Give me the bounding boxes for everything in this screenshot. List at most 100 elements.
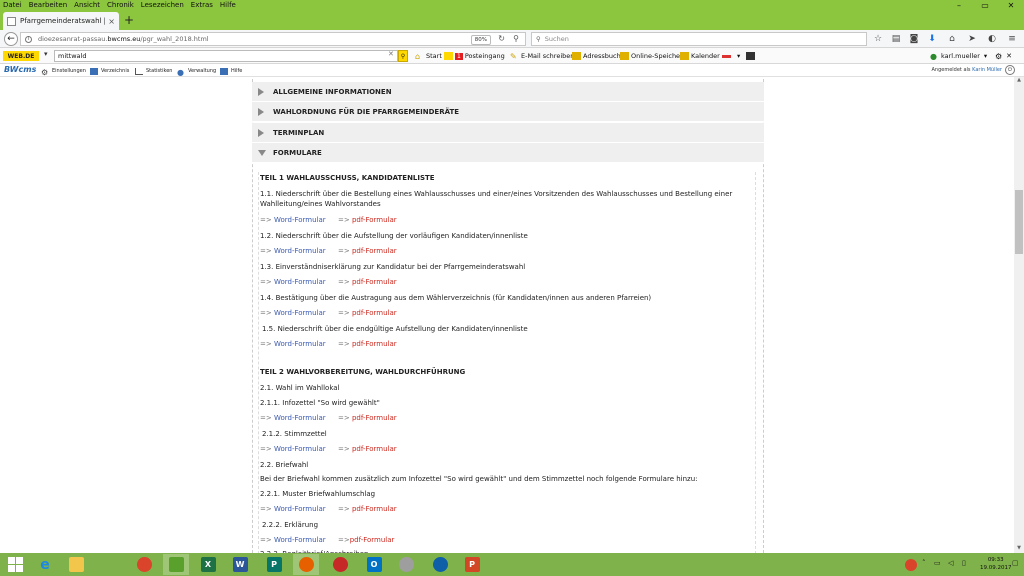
- webde-settings[interactable]: ⚙ ✕: [995, 50, 1012, 62]
- pdf-form-link[interactable]: => pdf-Formular: [338, 444, 397, 454]
- tray-expand-icon[interactable]: ˄: [922, 559, 926, 567]
- webde-extra-menu[interactable]: ▾: [722, 50, 757, 62]
- menu-lesezeichen[interactable]: Lesezeichen: [141, 0, 184, 10]
- close-icon[interactable]: ✕: [1006, 52, 1012, 60]
- zoom-level[interactable]: 80%: [470, 35, 491, 45]
- taskbar-explorer[interactable]: [63, 554, 89, 575]
- bwcms-verwaltung[interactable]: ● Verwaltung: [177, 66, 216, 77]
- pocket-icon[interactable]: ◙: [908, 33, 920, 45]
- bookmark-star-icon[interactable]: ☆: [872, 33, 884, 45]
- menu-ansicht[interactable]: Ansicht: [74, 0, 100, 10]
- taskbar-app-green[interactable]: [163, 554, 189, 575]
- chevron-down-icon[interactable]: ▾: [44, 50, 48, 58]
- pdf-form-link[interactable]: => pdf-Formular: [338, 277, 397, 287]
- bwcms-logo[interactable]: BWcms: [4, 65, 36, 74]
- bwcms-statistiken[interactable]: Statistiken: [135, 66, 172, 76]
- menu-icon[interactable]: ≡: [1006, 33, 1018, 45]
- network-icon[interactable]: ▭: [934, 559, 941, 567]
- bwcms-hilfe[interactable]: Hilfe: [220, 66, 242, 76]
- word-form-link[interactable]: => Word-Formular: [260, 308, 326, 318]
- download-icon[interactable]: ⬇: [926, 33, 938, 45]
- gear-icon: ⚙: [995, 51, 1003, 61]
- notifications-icon[interactable]: ▢: [1012, 559, 1019, 567]
- taskbar-publisher[interactable]: P: [261, 554, 287, 575]
- minimize-button[interactable]: –: [946, 0, 972, 10]
- logout-icon[interactable]: ⏻: [1005, 65, 1015, 75]
- taskbar-clock-app[interactable]: [327, 554, 353, 575]
- vertical-scrollbar[interactable]: [1014, 77, 1024, 553]
- accordion-allgemeine-informationen[interactable]: ALLGEMEINE INFORMATIONEN: [252, 82, 764, 102]
- reading-list-icon[interactable]: ▤: [890, 33, 902, 45]
- word-form-link[interactable]: => Word-Formular: [260, 535, 326, 545]
- menu-hilfe[interactable]: Hilfe: [220, 0, 236, 10]
- menu-datei[interactable]: Datei: [3, 0, 22, 10]
- webde-search-button[interactable]: ⚲: [398, 50, 408, 62]
- volume-icon[interactable]: ◁: [948, 559, 953, 567]
- webde-user[interactable]: ● karl.mueller ▾: [930, 50, 987, 62]
- logged-in-user[interactable]: Karin Müller: [972, 67, 1002, 73]
- word-form-link[interactable]: => Word-Formular: [260, 277, 326, 287]
- folder-icon: [68, 557, 84, 572]
- url-search-icon[interactable]: ⚲: [513, 34, 519, 43]
- word-form-link[interactable]: => Word-Formular: [260, 504, 326, 514]
- home-icon[interactable]: ⌂: [946, 33, 958, 45]
- tab-close-icon[interactable]: ×: [108, 17, 115, 26]
- scrollbar-thumb[interactable]: [1015, 190, 1023, 254]
- system-clock[interactable]: 09:33 19.09.2017: [980, 556, 1012, 572]
- word-form-link[interactable]: => Word-Formular: [260, 215, 326, 225]
- browser-tab[interactable]: Pfarrgemeinderatswahl | Diö ×: [3, 12, 119, 30]
- scroll-down-icon[interactable]: ▼: [1014, 545, 1024, 553]
- webde-logo[interactable]: WEB.DE: [3, 51, 39, 61]
- pdf-form-link[interactable]: => pdf-Formular: [338, 504, 397, 514]
- scroll-up-icon[interactable]: ▲: [1014, 77, 1024, 85]
- word-form-link[interactable]: => Word-Formular: [260, 413, 326, 423]
- accordion-terminplan[interactable]: TERMINPLAN: [252, 123, 764, 143]
- extension-icon[interactable]: ◐: [986, 33, 998, 45]
- taskbar-excel[interactable]: X: [195, 554, 221, 575]
- battery-icon[interactable]: ▯: [962, 559, 966, 567]
- accordion-wahlordnung[interactable]: WAHLORDNUNG FÜR DIE PFARRGEMEINDERÄTE: [252, 102, 764, 122]
- pdf-form-link[interactable]: => pdf-Formular: [338, 308, 397, 318]
- taskbar-powerpoint[interactable]: P: [459, 554, 485, 575]
- pdf-form-link[interactable]: => pdf-Formular: [338, 215, 397, 225]
- info-icon[interactable]: i: [25, 35, 32, 43]
- word-form-link[interactable]: => Word-Formular: [260, 444, 326, 454]
- bwcms-verzeichnis[interactable]: Verzeichnis: [90, 66, 129, 76]
- menu-bearbeiten[interactable]: Bearbeiten: [29, 0, 67, 10]
- taskbar-firefox[interactable]: [293, 554, 319, 575]
- clear-icon[interactable]: ✕: [388, 50, 394, 58]
- taskbar-outlook[interactable]: O: [361, 554, 387, 575]
- taskbar-app-gray[interactable]: [393, 554, 419, 575]
- accordion-formulare[interactable]: FORMULARE: [252, 143, 764, 163]
- menu-chronik[interactable]: Chronik: [107, 0, 134, 10]
- webde-adressbuch[interactable]: Adressbuch: [572, 50, 621, 62]
- menu-extras[interactable]: Extras: [191, 0, 213, 10]
- pdf-form-link[interactable]: => pdf-Formular: [338, 339, 397, 349]
- webde-posteingang[interactable]: 1 Posteingang: [444, 50, 505, 62]
- taskbar-app-red[interactable]: [131, 554, 157, 575]
- pdf-form-link[interactable]: => pdf-Formular: [338, 246, 397, 256]
- taskbar-teamviewer[interactable]: [427, 554, 453, 575]
- start-button[interactable]: [2, 554, 28, 575]
- webde-email-schreiben[interactable]: ✎ E-Mail schreiben: [510, 50, 574, 62]
- search-box[interactable]: ⚲ Suchen: [531, 32, 867, 46]
- pdf-form-link[interactable]: => pdf-Formular: [338, 413, 397, 423]
- send-icon[interactable]: ➤: [966, 33, 978, 45]
- webde-kalender[interactable]: Kalender: [680, 50, 720, 62]
- back-button[interactable]: ←: [4, 32, 18, 46]
- taskbar-tray-app[interactable]: [898, 554, 924, 575]
- taskbar-internet-explorer[interactable]: e: [32, 554, 58, 575]
- webde-online-speicher[interactable]: Online-Speicher: [620, 50, 683, 62]
- bwcms-einstellungen[interactable]: ⚙ Einstellungen: [41, 66, 86, 77]
- close-window-button[interactable]: ✕: [998, 0, 1024, 10]
- pdf-form-link[interactable]: =>pdf-Formular: [338, 535, 394, 545]
- reload-icon[interactable]: ↻: [498, 34, 505, 43]
- url-bar[interactable]: i dioezesanrat-passau. bwcms.eu/pgr_wahl_…: [20, 32, 526, 46]
- webde-start[interactable]: ⌂ Start: [415, 50, 442, 62]
- webde-search-input[interactable]: mittwald: [54, 50, 398, 62]
- word-form-link[interactable]: => Word-Formular: [260, 246, 326, 256]
- word-form-link[interactable]: => Word-Formular: [260, 339, 326, 349]
- taskbar-word[interactable]: W: [227, 554, 253, 575]
- new-tab-button[interactable]: +: [124, 13, 134, 27]
- maximize-button[interactable]: ▭: [972, 0, 998, 10]
